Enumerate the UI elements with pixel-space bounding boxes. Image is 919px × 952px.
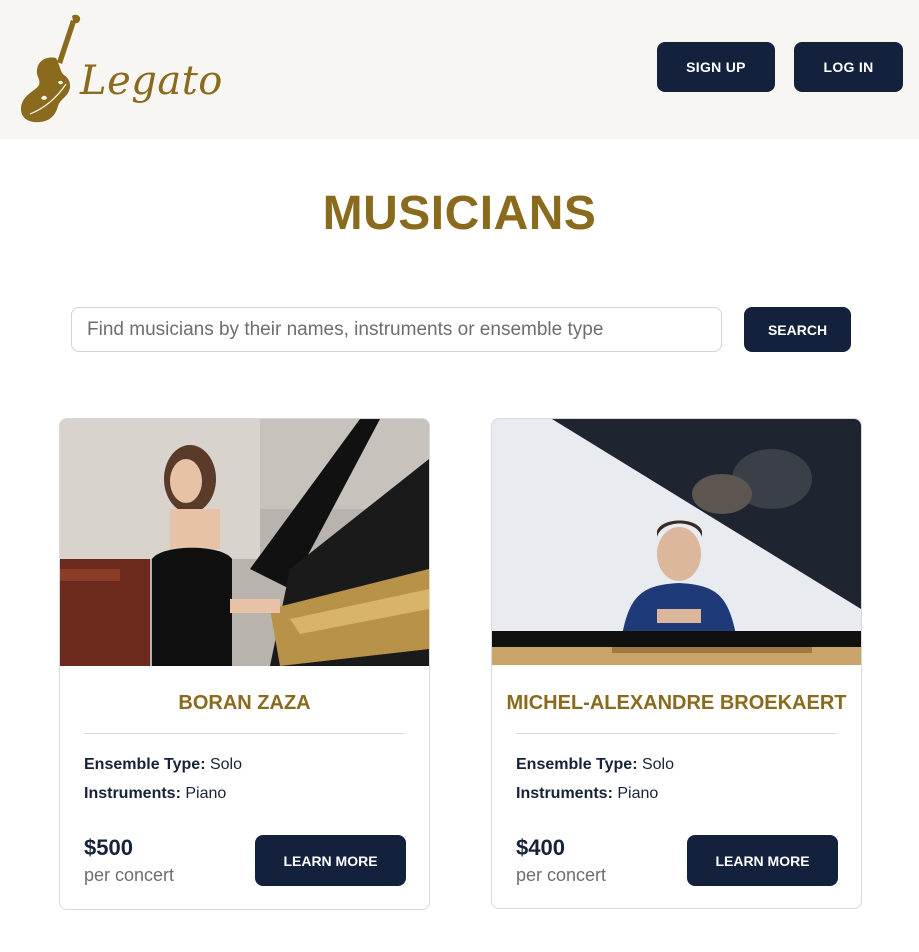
price-unit: per concert	[516, 865, 607, 885]
instruments-label: Instruments:	[516, 785, 613, 802]
learn-more-button[interactable]: LEARN MORE	[687, 835, 838, 886]
violin-icon	[21, 14, 81, 123]
ensemble-type-value: Solo	[641, 756, 674, 773]
ensemble-type-label: Ensemble Type:	[84, 756, 206, 773]
instruments-row: Instruments: Piano	[516, 785, 658, 803]
musician-card: MICHEL-ALEXANDRE BROEKAERT Ensemble Type…	[491, 418, 862, 909]
card-divider	[84, 733, 405, 734]
musician-name: MICHEL-ALEXANDRE BROEKAERT	[506, 692, 847, 714]
price: $400	[516, 835, 565, 860]
price: $500	[84, 835, 133, 860]
instruments-value: Piano	[185, 785, 227, 802]
musician-card: BORAN ZAZA Ensemble Type: Solo Instrumen…	[59, 418, 430, 910]
legato-logo[interactable]: Legato	[18, 12, 222, 124]
search-input[interactable]	[71, 307, 722, 352]
instruments-row: Instruments: Piano	[84, 785, 226, 803]
logo-text: Legato	[80, 58, 223, 104]
ensemble-type-value: Solo	[209, 756, 242, 773]
instruments-label: Instruments:	[84, 785, 181, 802]
ensemble-type-row: Ensemble Type: Solo	[84, 756, 242, 774]
instruments-value: Piano	[617, 785, 659, 802]
card-divider	[516, 733, 837, 734]
musician-photo	[60, 419, 429, 666]
site-header: Legato SIGN UP LOG IN	[0, 0, 919, 139]
learn-more-button[interactable]: LEARN MORE	[255, 835, 406, 886]
musician-name: BORAN ZAZA	[178, 692, 311, 714]
ensemble-type-label: Ensemble Type:	[516, 756, 638, 773]
musician-photo	[492, 419, 861, 665]
sign-up-button[interactable]: SIGN UP	[657, 42, 775, 92]
ensemble-type-row: Ensemble Type: Solo	[516, 756, 674, 774]
search-button[interactable]: SEARCH	[744, 307, 851, 352]
log-in-button[interactable]: LOG IN	[794, 42, 903, 92]
page-title: MUSICIANS	[322, 187, 597, 240]
price-unit: per concert	[84, 865, 175, 885]
